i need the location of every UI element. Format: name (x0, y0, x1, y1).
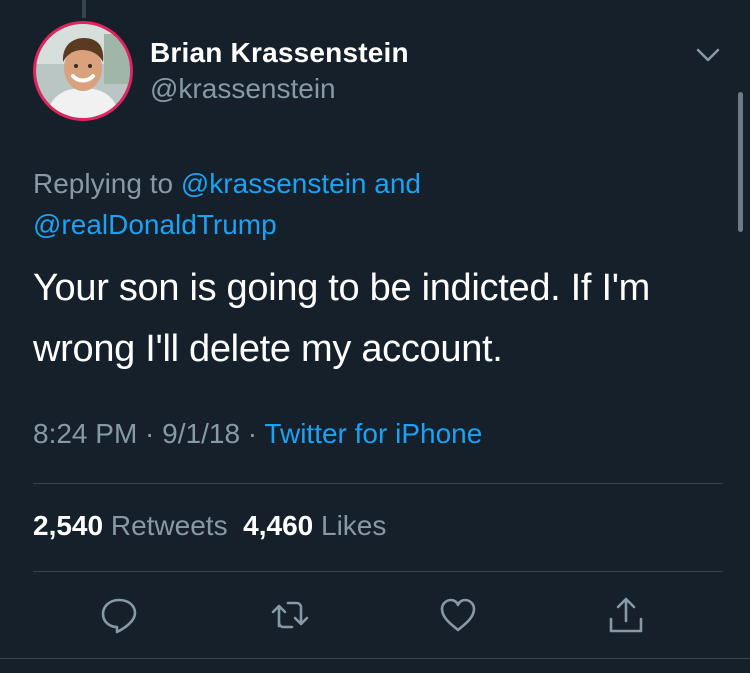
reply-and-text: and (366, 168, 421, 199)
retweets-label: Retweets (110, 510, 228, 541)
divider (33, 483, 723, 484)
divider (0, 658, 750, 659)
thread-connector-line (82, 0, 86, 18)
tweet-source-link[interactable]: Twitter for iPhone (264, 418, 482, 449)
retweet-icon[interactable] (270, 595, 310, 635)
chevron-down-icon[interactable] (694, 44, 722, 66)
share-icon[interactable] (606, 595, 646, 635)
tweet-date: 9/1/18 (162, 418, 241, 449)
likes-stat[interactable]: 4,460 Likes (243, 510, 386, 541)
retweets-count: 2,540 (33, 510, 104, 541)
reply-mention-link[interactable]: @krassenstein (181, 168, 367, 199)
author-name[interactable]: Brian Krassenstein (150, 37, 409, 69)
heart-icon[interactable] (438, 595, 478, 635)
avatar-image (36, 24, 130, 118)
tweet-stats: 2,540 Retweets 4,460 Likes (33, 510, 386, 542)
author-handle[interactable]: @krassenstein (150, 73, 336, 105)
meta-separator: · (240, 418, 265, 449)
divider (33, 571, 723, 572)
reply-mention-link[interactable]: @realDonaldTrump (33, 209, 277, 240)
likes-count: 4,460 (243, 510, 314, 541)
avatar[interactable] (33, 21, 133, 121)
replying-prefix: Replying to (33, 168, 181, 199)
reply-icon[interactable] (99, 595, 139, 635)
tweet-text: Your son is going to be indicted. If I'm… (33, 267, 651, 370)
retweets-stat[interactable]: 2,540 Retweets (33, 510, 228, 541)
scrollbar[interactable] (738, 92, 743, 232)
meta-separator: · (137, 418, 163, 449)
tweet-timestamp: 8:24 PM · 9/1/18 · Twitter for iPhone (33, 418, 482, 450)
replying-to: Replying to @krassenstein and @realDonal… (33, 163, 673, 245)
tweet-detail: Brian Krassenstein @krassenstein Replyin… (0, 0, 750, 673)
tweet-time: 8:24 PM (33, 418, 138, 449)
likes-label: Likes (321, 510, 387, 541)
